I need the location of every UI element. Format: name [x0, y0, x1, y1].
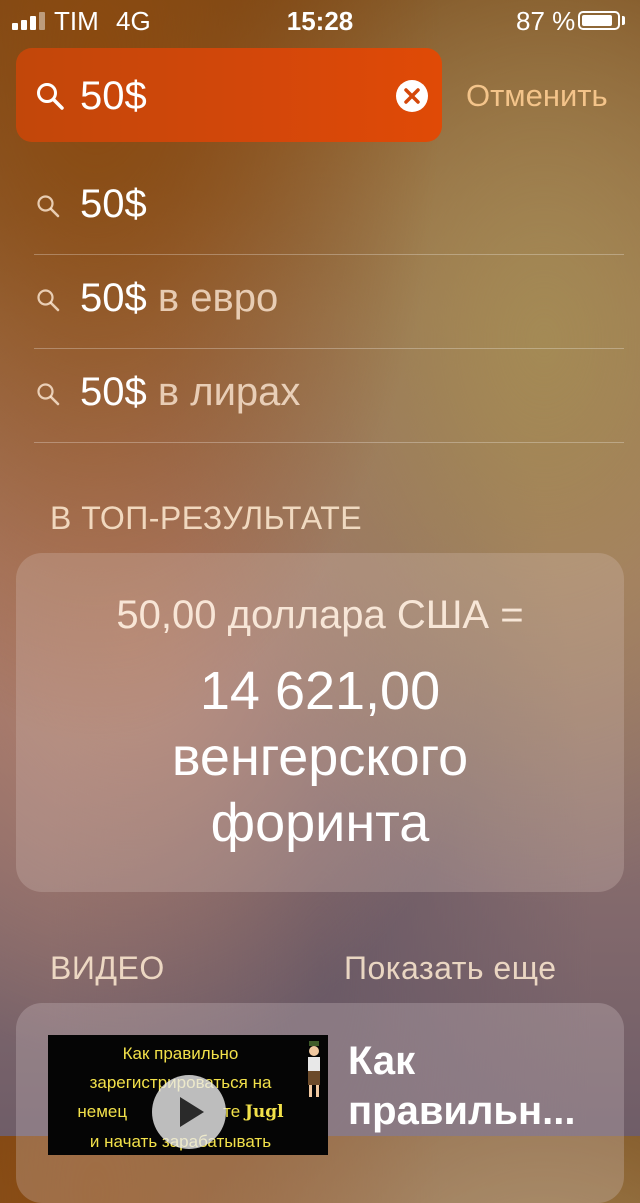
cancel-button[interactable]: Отменить — [466, 78, 608, 114]
search-icon — [37, 195, 60, 218]
suggestion-rest: в лирах — [146, 370, 301, 414]
status-bar: TIM 4G 15:28 87 % — [0, 0, 640, 40]
show-more-button[interactable]: Показать еще — [344, 950, 556, 987]
search-input[interactable] — [80, 70, 380, 122]
battery-percent: 87 % — [516, 6, 576, 36]
search-icon — [37, 383, 60, 406]
conversion-amount: 14 621,00 — [199, 661, 441, 721]
conversion-currency-line1: венгерского — [171, 727, 469, 787]
suggestion-rest: в евро — [146, 276, 279, 320]
suggestion-item[interactable]: 50$ в лирах — [34, 348, 624, 443]
suggestion-item[interactable]: 50$ — [34, 160, 624, 255]
clear-icon[interactable] — [396, 80, 428, 112]
video-title-line: Как — [348, 1039, 416, 1083]
suggestion-main: 50$ — [80, 276, 147, 320]
suggestion-main: 50$ — [80, 370, 147, 414]
character-icon — [308, 1041, 320, 1097]
conversion-from: 50,00 доллара США = — [116, 593, 524, 637]
video-title[interactable]: Как правильн... — [348, 1036, 618, 1136]
play-icon — [180, 1097, 204, 1127]
search-icon — [37, 83, 64, 110]
section-title-video: ВИДЕО — [50, 950, 165, 986]
video-title-line: правильн... — [348, 1089, 576, 1133]
battery-tip — [622, 16, 625, 25]
conversion-currency-line2: форинта — [210, 793, 430, 853]
battery-icon — [578, 11, 620, 30]
play-button[interactable] — [152, 1075, 226, 1149]
search-icon — [37, 289, 60, 312]
thumbnail-brand: Jugl — [244, 1102, 284, 1122]
suggestion-main: 50$ — [80, 182, 147, 226]
conversion-result: 14 621,00 венгерского форинта — [16, 658, 624, 856]
section-title-top-result: В ТОП-РЕЗУЛЬТАТЕ — [50, 500, 363, 536]
thumbnail-line: Как правильно — [122, 1044, 239, 1063]
suggestion-item[interactable]: 50$ в евро — [34, 254, 624, 349]
